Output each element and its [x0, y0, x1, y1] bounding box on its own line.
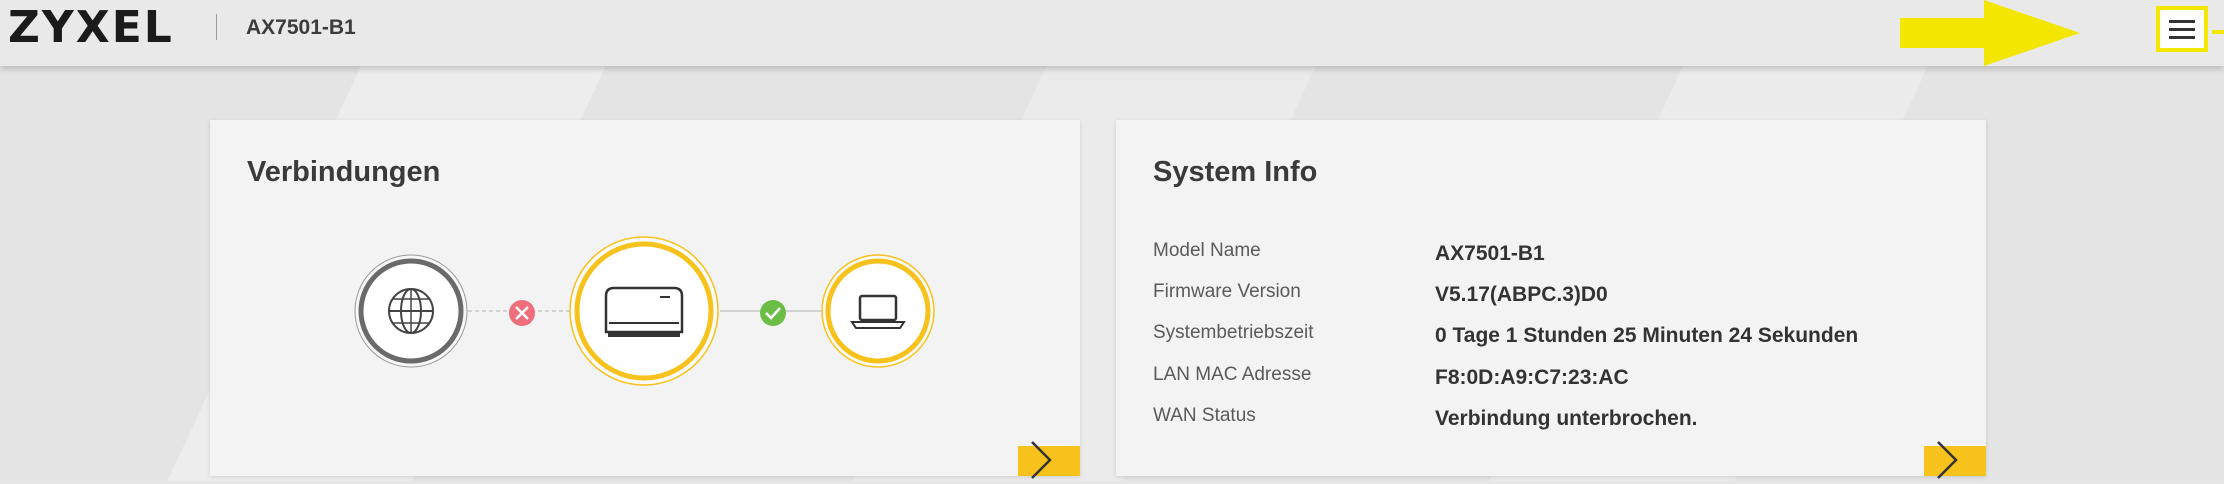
- info-value: V5.17(ABPC.3)D0: [1435, 283, 1608, 306]
- info-value: F8:0D:A9:C7:23:AC: [1435, 366, 1629, 389]
- hamburger-menu-button[interactable]: [2156, 6, 2208, 52]
- globe-icon: [354, 254, 468, 368]
- connections-more-button[interactable]: [1018, 441, 1080, 479]
- header-divider: [216, 14, 217, 40]
- laptop-icon: [821, 254, 935, 368]
- connection-diagram: [354, 236, 935, 386]
- system-info-more-button[interactable]: [1924, 441, 1986, 479]
- chevron-right-icon: [1937, 441, 1958, 479]
- chevron-right-icon: [1031, 441, 1052, 479]
- info-label: WAN Status: [1153, 405, 1256, 426]
- info-row-lan-mac: LAN MAC Adresse F8:0D:A9:C7:23:AC: [1153, 364, 1953, 394]
- info-row-firmware-version: Firmware Version V5.17(ABPC.3)D0: [1153, 281, 1953, 311]
- info-value: Verbindung unterbrochen.: [1435, 407, 1698, 430]
- connections-card: Verbindungen: [210, 120, 1080, 479]
- info-label: LAN MAC Adresse: [1153, 364, 1312, 385]
- checkmark-icon: [760, 300, 786, 326]
- zyxel-logo: ZYXEL: [8, 2, 174, 53]
- info-value: AX7501-B1: [1435, 242, 1545, 265]
- top-header-bar: ZYXEL AX7501-B1: [0, 0, 2224, 66]
- info-row-wan-status: WAN Status Verbindung unterbrochen.: [1153, 405, 1953, 435]
- annotation-edge: [2212, 30, 2224, 34]
- info-label: Model Name: [1153, 240, 1261, 261]
- info-label: Systembetriebszeit: [1153, 322, 1314, 343]
- annotation-arrow-icon: [1900, 0, 2080, 66]
- info-label: Firmware Version: [1153, 281, 1301, 302]
- device-model-title: AX7501-B1: [246, 16, 356, 39]
- info-row-model-name: Model Name AX7501-B1: [1153, 240, 1953, 270]
- system-info-card-title: System Info: [1153, 156, 1318, 188]
- hamburger-menu-icon: [2169, 20, 2195, 44]
- system-info-card: System Info Model Name AX7501-B1 Firmwar…: [1116, 120, 1986, 479]
- info-value: 0 Tage 1 Stunden 25 Minuten 24 Sekunden: [1435, 324, 1859, 347]
- info-row-uptime: Systembetriebszeit 0 Tage 1 Stunden 25 M…: [1153, 322, 1953, 352]
- router-icon: [569, 236, 719, 386]
- error-x-icon: [509, 300, 535, 326]
